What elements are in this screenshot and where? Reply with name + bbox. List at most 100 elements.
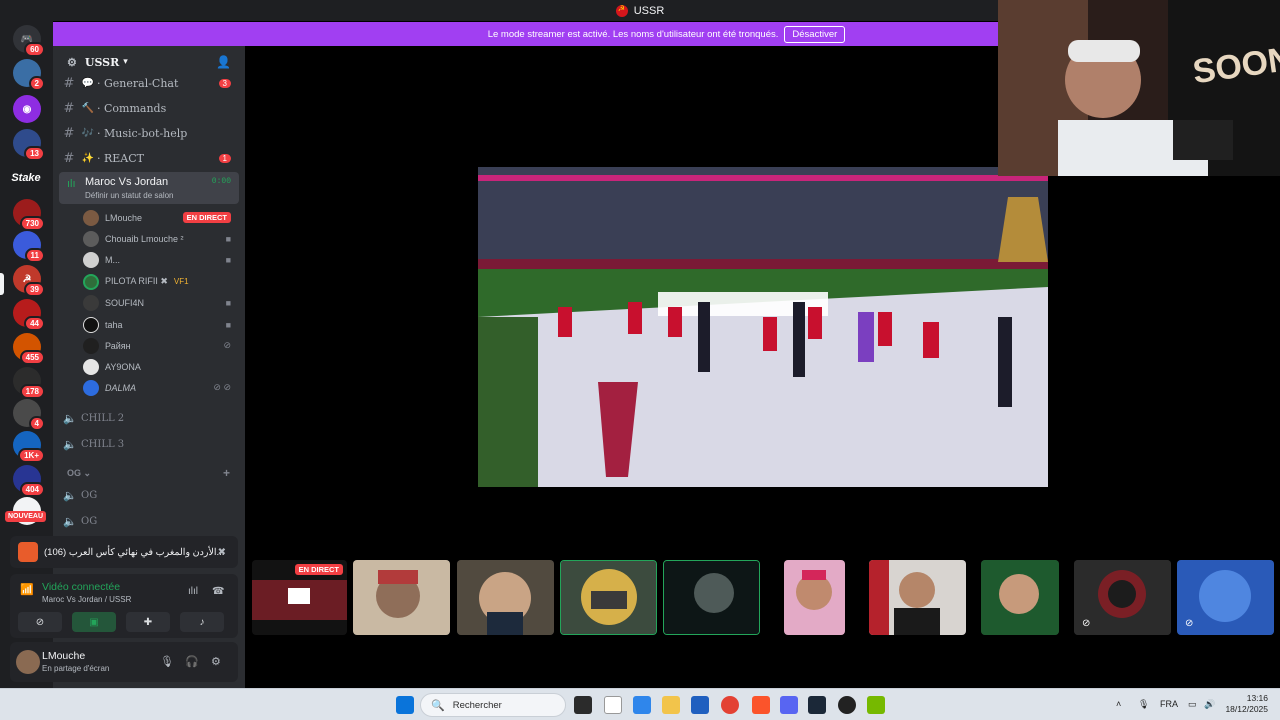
channel-label: · Music-bot-help: [97, 126, 188, 140]
channel-commands[interactable]: # 🔨 · Commands: [59, 97, 239, 119]
server-stake-icon[interactable]: Stake: [11, 164, 41, 192]
task-view-icon[interactable]: [574, 696, 592, 714]
microphone-icon[interactable]: 🎙: [160, 655, 174, 668]
stream-video[interactable]: [478, 167, 1048, 487]
voice-user[interactable]: PILOTA RIFII ✖ VF1: [83, 271, 239, 292]
brave-icon[interactable]: [752, 696, 770, 714]
voice-user[interactable]: DALMA ⊘ ⊘: [83, 377, 239, 398]
server-icon[interactable]: 11: [13, 231, 45, 263]
participant-tile[interactable]: [869, 560, 966, 635]
voice-user[interactable]: AY9ONA: [83, 356, 239, 377]
server-flag-icon: [615, 4, 628, 17]
clock[interactable]: 13:16 18/12/2025: [1222, 693, 1268, 715]
steam-icon[interactable]: [808, 696, 826, 714]
voice-channel-og[interactable]: 🔈 OG: [59, 509, 239, 530]
nvidia-icon[interactable]: [867, 696, 885, 714]
participant-tile[interactable]: ⊘: [1074, 560, 1171, 635]
tile-preview: [664, 561, 759, 634]
camera-icon: ■: [225, 254, 231, 265]
avatar[interactable]: [16, 650, 40, 674]
server-icon[interactable]: 404: [13, 465, 45, 497]
participant-tile[interactable]: ⊘: [1177, 560, 1274, 635]
category-og[interactable]: OG ⌄ +: [67, 466, 230, 480]
participant-tile[interactable]: [457, 560, 554, 635]
voice-channel-active[interactable]: ılı Maroc Vs Jordan 0:00 Définir un stat…: [59, 172, 239, 204]
headphones-icon[interactable]: 🎧: [185, 655, 199, 668]
connection-channel[interactable]: Maroc Vs Jordan / USSR: [42, 595, 131, 604]
discord-icon[interactable]: [780, 696, 798, 714]
participant-tile[interactable]: [560, 560, 657, 635]
file-explorer-icon[interactable]: [662, 696, 680, 714]
activity-card[interactable]: الأردن والمغرب في نهائي كأس العرب (106).…: [10, 536, 238, 568]
voice-channel-chill-3[interactable]: 🔈 CHILL 3: [59, 432, 239, 456]
disconnect-icon[interactable]: ☎: [212, 586, 224, 597]
channel-label: · General-Chat: [97, 76, 179, 90]
voice-user[interactable]: Chouaib Lmouche ² ■: [83, 228, 239, 249]
store-icon[interactable]: [691, 696, 709, 714]
speaker-icon: 🔈: [63, 437, 77, 451]
screen-share-button[interactable]: ▣: [72, 612, 116, 632]
server-icon[interactable]: 2: [13, 59, 45, 91]
close-icon[interactable]: ✖: [218, 547, 226, 558]
server-icon[interactable]: 455: [13, 333, 45, 365]
participant-tile[interactable]: [981, 560, 1059, 635]
windows-start-icon[interactable]: [396, 696, 414, 714]
server-icon[interactable]: 178: [13, 367, 45, 399]
voice-user[interactable]: SOUFI4N ■: [83, 292, 239, 313]
server-icon[interactable]: 730: [13, 199, 45, 231]
discord-home-icon[interactable]: 🎮 60: [13, 25, 45, 57]
voice-user-name: LMouche: [105, 212, 143, 223]
volume-icon[interactable]: 🔊: [1204, 699, 1215, 710]
participant-tile[interactable]: [353, 560, 450, 635]
voice-user[interactable]: M... ■: [83, 249, 239, 270]
notepad-icon[interactable]: [604, 696, 622, 714]
mute-icon: ⊘: [1082, 618, 1091, 629]
invite-icon[interactable]: 👤: [216, 55, 231, 69]
add-channel-icon[interactable]: +: [223, 466, 230, 480]
language-indicator[interactable]: FRA: [1160, 699, 1178, 709]
voice-user[interactable]: taha ■: [83, 314, 239, 335]
noise-suppression-icon[interactable]: ılıl: [188, 586, 198, 597]
participant-tile[interactable]: [663, 560, 760, 635]
voice-user[interactable]: Райян ⊘: [83, 335, 239, 356]
server-icon[interactable]: 44: [13, 299, 45, 331]
deafen-icon: ⊘ ⊘: [213, 382, 231, 392]
participant-tile[interactable]: EN DIRECT: [252, 560, 347, 635]
taskbar-search[interactable]: 🔍 Rechercher: [420, 693, 566, 717]
chrome-icon[interactable]: [721, 696, 739, 714]
clock-date: 18/12/2025: [1225, 704, 1268, 714]
category-label: OG: [67, 468, 82, 478]
speaker-lock-icon: 🔈: [63, 514, 77, 528]
camera-icon: ■: [225, 233, 231, 244]
chevron-up-icon[interactable]: ˄: [1116, 699, 1121, 709]
camera-off-button[interactable]: ⊘: [18, 612, 62, 632]
microphone-icon[interactable]: 🎙: [1138, 699, 1149, 710]
server-icon[interactable]: ◉: [13, 95, 41, 123]
settings-gear-icon[interactable]: ⚙: [211, 655, 221, 668]
user-name[interactable]: LMouche: [42, 650, 85, 662]
disable-streamer-button[interactable]: Désactiver: [784, 25, 846, 43]
connection-status[interactable]: Vidéo connectée: [42, 581, 120, 593]
server-icon[interactable]: 1K+: [13, 431, 45, 463]
network-icon[interactable]: ▭: [1188, 699, 1197, 710]
app-icon[interactable]: [838, 696, 856, 714]
voice-status-hint[interactable]: Définir un statut de salon: [85, 191, 174, 200]
channel-music-bot-help[interactable]: # 🎶 · Music-bot-help: [59, 122, 239, 144]
server-name: USSR: [84, 55, 120, 69]
camera-icon: ■: [225, 319, 231, 330]
activities-button[interactable]: ✚: [126, 612, 170, 632]
participant-tile[interactable]: [784, 560, 845, 635]
voice-user[interactable]: LMouche EN DIRECT: [83, 207, 239, 228]
voice-channel-og[interactable]: 🔈 OG: [59, 483, 239, 507]
soundboard-button[interactable]: ♪: [180, 612, 224, 632]
channel-react[interactable]: # ✨ · REACT 1: [59, 147, 239, 169]
webcam-frame: SOON: [998, 0, 1280, 176]
voice-connection-panel: 📶 Vidéo connectée Maroc Vs Jordan / USSR…: [10, 574, 238, 638]
server-icon[interactable]: 13: [13, 129, 45, 161]
copilot-icon[interactable]: [633, 696, 651, 714]
server-ussr-icon[interactable]: ☭ 39: [13, 265, 45, 297]
banner-text: Le mode streamer est activé. Les noms d'…: [487, 28, 779, 40]
server-icon[interactable]: 4: [13, 399, 45, 431]
channel-general-chat[interactable]: # 💬 · General-Chat 3: [59, 72, 239, 94]
voice-channel-chill-2[interactable]: 🔈 CHILL 2: [59, 406, 239, 430]
